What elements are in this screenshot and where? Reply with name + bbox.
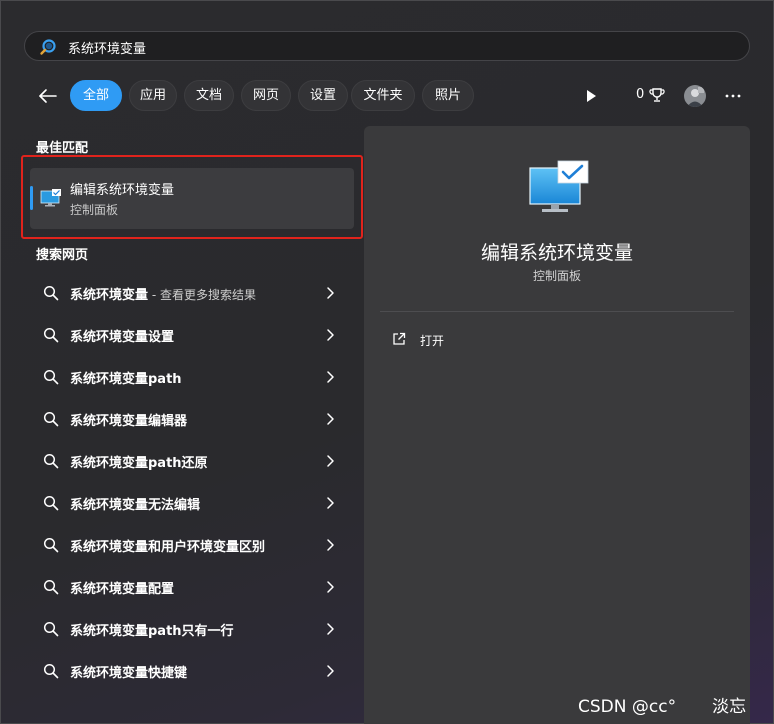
tab-documents[interactable]: 文档 bbox=[184, 80, 234, 111]
web-result-label: 系统环境变量编辑器 bbox=[70, 410, 187, 429]
web-result-query: 系统环境变量path bbox=[70, 372, 182, 387]
web-result-query: 系统环境变量path只有一行 bbox=[70, 624, 234, 639]
web-result-item[interactable]: 系统环境变量path只有一行 bbox=[30, 609, 348, 649]
watermark: CSDN @cc° 淡忘 bbox=[578, 692, 746, 717]
best-match-heading: 最佳匹配 bbox=[36, 141, 89, 156]
web-result-item[interactable]: 系统环境变量设置 bbox=[30, 315, 348, 355]
web-result-query: 系统环境变量path还原 bbox=[70, 456, 208, 471]
web-result-label: 系统环境变量path只有一行 bbox=[70, 620, 234, 639]
web-result-query: 系统环境变量快捷键 bbox=[70, 666, 188, 681]
avatar[interactable] bbox=[684, 85, 706, 107]
back-arrow-icon[interactable] bbox=[36, 84, 60, 108]
tab-apps[interactable]: 应用 bbox=[129, 80, 177, 111]
preview-subtitle: 控制面板 bbox=[532, 269, 581, 283]
search-icon bbox=[43, 495, 59, 511]
search-icon bbox=[43, 453, 59, 469]
chevron-right-icon[interactable] bbox=[325, 370, 335, 384]
web-result-suffix: - 查看更多搜索结果 bbox=[148, 288, 256, 302]
search-icon bbox=[43, 579, 59, 595]
best-match-title: 编辑系统环境变量 bbox=[70, 183, 175, 198]
tab-photos[interactable]: 照片 bbox=[422, 80, 474, 111]
chevron-right-icon[interactable] bbox=[325, 286, 335, 300]
tab-settings[interactable]: 设置 bbox=[298, 80, 348, 111]
web-search-heading: 搜索网页 bbox=[36, 248, 89, 263]
tab-web[interactable]: 网页 bbox=[241, 80, 291, 111]
web-result-query: 系统环境变量配置 bbox=[70, 582, 175, 597]
web-result-query: 系统环境变量设置 bbox=[70, 330, 175, 345]
web-result-item[interactable]: 系统环境变量path bbox=[30, 357, 348, 397]
search-icon bbox=[43, 369, 59, 385]
preview-panel: 编辑系统环境变量 控制面板 打开 bbox=[364, 126, 750, 724]
system-properties-icon bbox=[40, 189, 61, 207]
tab-folders[interactable]: 文件夹 bbox=[351, 80, 415, 111]
best-match-subtitle: 控制面板 bbox=[70, 203, 119, 217]
web-result-label: 系统环境变量设置 bbox=[70, 326, 174, 345]
chevron-right-icon[interactable] bbox=[325, 412, 335, 426]
search-icon bbox=[43, 621, 59, 637]
divider bbox=[380, 311, 734, 312]
open-external-icon[interactable] bbox=[392, 332, 406, 346]
tab-all[interactable]: 全部 bbox=[70, 80, 122, 111]
web-result-item[interactable]: 系统环境变量 - 查看更多搜索结果 bbox=[30, 273, 348, 313]
web-result-label: 系统环境变量 - 查看更多搜索结果 bbox=[70, 284, 256, 303]
search-icon bbox=[43, 537, 59, 553]
chevron-right-icon[interactable] bbox=[325, 496, 335, 510]
web-result-label: 系统环境变量无法编辑 bbox=[70, 494, 200, 513]
play-icon[interactable] bbox=[584, 88, 598, 104]
web-result-item[interactable]: 系统环境变量编辑器 bbox=[30, 399, 348, 439]
web-result-item[interactable]: 系统环境变量path还原 bbox=[30, 441, 348, 481]
search-icon bbox=[43, 411, 59, 427]
chevron-right-icon[interactable] bbox=[325, 454, 335, 468]
web-result-query: 系统环境变量无法编辑 bbox=[70, 498, 201, 513]
open-action[interactable]: 打开 bbox=[420, 332, 444, 349]
search-box[interactable]: 系统环境变量 bbox=[24, 31, 750, 61]
search-icon bbox=[43, 285, 59, 301]
chevron-right-icon[interactable] bbox=[325, 328, 335, 342]
web-result-label: 系统环境变量path bbox=[70, 368, 182, 387]
web-result-item[interactable]: 系统环境变量配置 bbox=[30, 567, 348, 607]
reward-points: 0 bbox=[636, 87, 645, 102]
web-result-item[interactable]: 系统环境变量无法编辑 bbox=[30, 483, 348, 523]
watermark-name: 淡忘 bbox=[712, 697, 747, 717]
web-result-query: 系统环境变量 bbox=[70, 288, 149, 303]
preview-title: 编辑系统环境变量 bbox=[480, 242, 633, 264]
best-match-result[interactable]: 编辑系统环境变量 控制面板 bbox=[30, 168, 354, 229]
web-result-label: 系统环境变量配置 bbox=[70, 578, 174, 597]
web-result-item[interactable]: 系统环境变量和用户环境变量区别 bbox=[30, 525, 348, 565]
web-result-label: 系统环境变量快捷键 bbox=[70, 662, 187, 681]
system-properties-icon bbox=[529, 160, 589, 212]
chevron-right-icon[interactable] bbox=[325, 664, 335, 678]
chevron-right-icon[interactable] bbox=[325, 580, 335, 594]
more-options-icon[interactable] bbox=[724, 88, 742, 104]
web-result-query: 系统环境变量编辑器 bbox=[70, 414, 188, 429]
web-result-item[interactable]: 系统环境变量快捷键 bbox=[30, 651, 348, 691]
search-icon bbox=[43, 663, 59, 679]
bing-search-icon bbox=[40, 39, 56, 55]
web-result-label: 系统环境变量path还原 bbox=[70, 452, 208, 471]
watermark-text: CSDN @cc° bbox=[578, 697, 677, 717]
selection-indicator bbox=[30, 186, 33, 210]
chevron-right-icon[interactable] bbox=[325, 622, 335, 636]
search-input[interactable]: 系统环境变量 bbox=[68, 38, 146, 57]
search-icon bbox=[43, 327, 59, 343]
chevron-right-icon[interactable] bbox=[325, 538, 335, 552]
web-result-label: 系统环境变量和用户环境变量区别 bbox=[70, 536, 265, 555]
trophy-icon[interactable] bbox=[648, 86, 666, 104]
web-result-query: 系统环境变量和用户环境变量区别 bbox=[70, 540, 266, 555]
avatar-image bbox=[684, 85, 706, 107]
